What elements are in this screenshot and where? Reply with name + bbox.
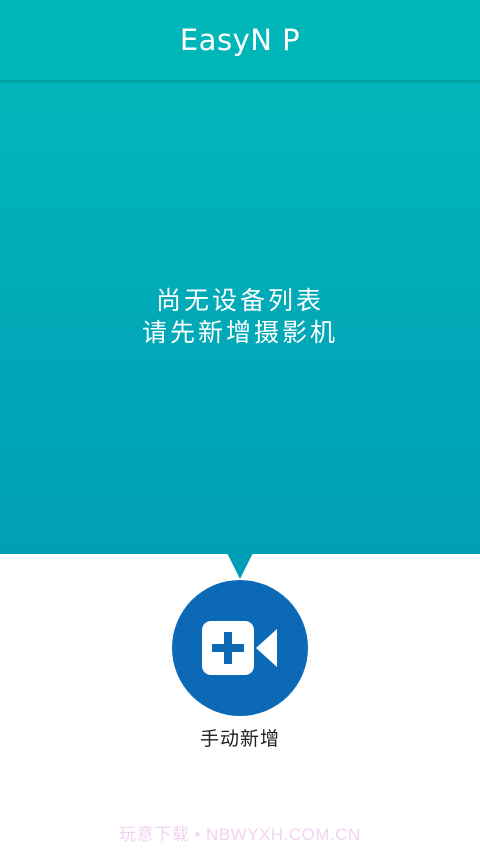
empty-state-line-1: 尚无设备列表: [155, 286, 324, 315]
add-camera-button[interactable]: [172, 580, 308, 716]
watermark: 玩意下载 • NBWYXH.COM.CN: [119, 825, 361, 844]
empty-state-line-2: 请先新增摄影机: [141, 318, 338, 347]
video-camera-add-icon: [202, 621, 277, 675]
add-camera-label[interactable]: 手动新增: [0, 724, 480, 751]
app-title: EasyN P: [179, 23, 301, 57]
pointer-arrow: [227, 553, 253, 579]
empty-state-panel: 尚无设备列表 请先新增摄影机: [0, 80, 480, 554]
app-bar: EasyN P: [0, 0, 480, 80]
empty-state-message: 尚无设备列表 请先新增摄影机: [0, 285, 480, 349]
